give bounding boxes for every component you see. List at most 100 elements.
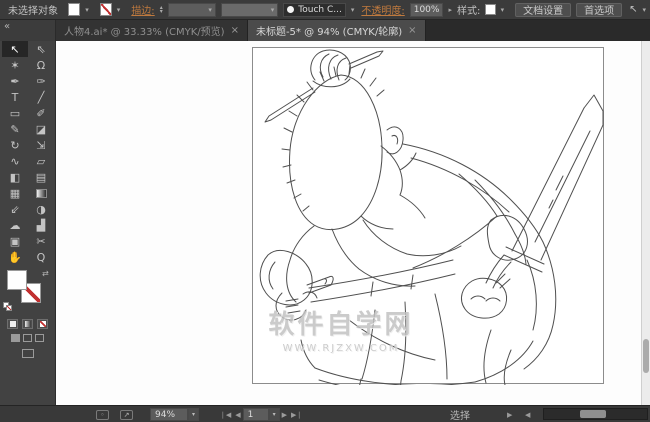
- prev-artboard-icon[interactable]: ◀: [235, 411, 240, 419]
- blend-tool-icon[interactable]: ◑: [28, 201, 54, 217]
- swap-fill-stroke-icon[interactable]: ⇄: [42, 269, 49, 278]
- workspace: ↖ ⇖ ✶ Ω ✒ ✑ T ╱ ▭ ✐ ✎ ◪ ↻ ⇲ ∿ ▱ ◧ ▤ ▦ ⇙ ◑ ☁ ▟ ▣ ✂ ✋ Q ⇄: [0, 41, 650, 405]
- opacity-link[interactable]: 不透明度:: [361, 2, 404, 17]
- style-caret-icon[interactable]: ▾: [501, 6, 505, 14]
- color-mode-buttons: [0, 319, 55, 329]
- rectangle-tool-icon[interactable]: ▭: [2, 105, 28, 121]
- eyedropper-tool-icon[interactable]: ⇙: [2, 201, 28, 217]
- mesh-tool-icon[interactable]: ▦: [2, 185, 28, 201]
- tools-grid: ↖ ⇖ ✶ Ω ✒ ✑ T ╱ ▭ ✐ ✎ ◪ ↻ ⇲ ∿ ▱ ◧ ▤ ▦ ⇙ ◑ ☁ ▟ ▣ ✂ ✋ Q: [0, 41, 55, 265]
- eraser-tool-icon[interactable]: ◪: [28, 121, 54, 137]
- free-transform-tool-icon[interactable]: ▱: [28, 153, 54, 169]
- variable-width-profile-dropdown[interactable]: ▾: [220, 2, 279, 17]
- horizontal-scrollbar-thumb[interactable]: [580, 410, 606, 418]
- type-tool-icon[interactable]: T: [2, 89, 28, 105]
- last-artboard-icon[interactable]: ▶❘: [291, 411, 302, 419]
- selection-status: 未选择对象: [8, 6, 58, 17]
- fill-caret-icon[interactable]: ▾: [85, 6, 89, 14]
- cursor-options-icon[interactable]: ↖: [629, 4, 637, 15]
- slice-tool-icon[interactable]: ✂: [28, 233, 54, 249]
- style-swatch[interactable]: [485, 4, 496, 15]
- drawing-mode-buttons: [0, 334, 55, 342]
- cursor-options-caret-icon[interactable]: ▾: [642, 6, 646, 14]
- shape-builder-tool-icon[interactable]: ◧: [2, 169, 28, 185]
- gradient-button[interactable]: [22, 319, 33, 329]
- stroke-weight-stepper[interactable]: ▴ ▾: [160, 4, 163, 14]
- style-label: 样式:: [456, 6, 481, 17]
- zoom-caret-icon[interactable]: ▾: [188, 408, 199, 421]
- perspective-grid-tool-icon[interactable]: ▤: [28, 169, 54, 185]
- opacity-caret-icon[interactable]: ▸: [448, 6, 452, 14]
- tab-2-label: 未标题-5* @ 94% (CMYK/轮廓): [255, 27, 403, 38]
- gpu-preview-icon[interactable]: ◦: [96, 409, 109, 420]
- tools-panel-collapse[interactable]: «: [0, 20, 56, 41]
- fill-color-swatch[interactable]: [68, 3, 81, 16]
- tab-document-2[interactable]: 未标题-5* @ 94% (CMYK/轮廓) ×: [247, 20, 426, 41]
- next-artboard-icon[interactable]: ▶: [282, 411, 287, 419]
- artboard-caret-icon[interactable]: ▾: [268, 408, 280, 421]
- collapse-chevron-icon: «: [4, 21, 11, 32]
- brush-preview-icon: [287, 6, 295, 13]
- change-screen-mode-icon[interactable]: [21, 349, 34, 358]
- vertical-scrollbar-thumb[interactable]: [643, 339, 649, 374]
- artwork-line-drawing[interactable]: [253, 48, 605, 385]
- brush-caret-icon[interactable]: ▾: [351, 6, 355, 14]
- preferences-button[interactable]: 首选项: [576, 2, 623, 17]
- gradient-tool-icon[interactable]: [28, 185, 54, 201]
- panel-expand-left-icon[interactable]: ◀: [525, 411, 530, 419]
- default-fill-stroke-icon[interactable]: [3, 302, 13, 312]
- profile-caret-icon: ▾: [270, 5, 275, 14]
- first-artboard-icon[interactable]: ❘◀: [220, 411, 231, 419]
- fill-stroke-indicator: ⇄: [0, 269, 55, 317]
- brush-definition-value: Touch C...: [298, 4, 342, 15]
- line-segment-tool-icon[interactable]: ╱: [28, 89, 54, 105]
- draw-behind-icon[interactable]: [23, 334, 32, 342]
- pencil-tool-icon[interactable]: ✎: [2, 121, 28, 137]
- stroke-weight-link[interactable]: 描边:: [131, 2, 154, 17]
- opacity-field[interactable]: 100%: [409, 2, 444, 17]
- artboard-tool-icon[interactable]: ▣: [2, 233, 28, 249]
- scale-tool-icon[interactable]: ⇲: [28, 137, 54, 153]
- magic-wand-tool-icon[interactable]: ✶: [2, 57, 28, 73]
- tools-panel: ↖ ⇖ ✶ Ω ✒ ✑ T ╱ ▭ ✐ ✎ ◪ ↻ ⇲ ∿ ▱ ◧ ▤ ▦ ⇙ ◑ ☁ ▟ ▣ ✂ ✋ Q ⇄: [0, 41, 56, 405]
- stroke-weight-caret-icon: ▾: [208, 5, 212, 14]
- brush-definition-dropdown[interactable]: Touch C...: [283, 2, 346, 17]
- width-tool-icon[interactable]: ∿: [2, 153, 28, 169]
- artboard-number-field[interactable]: 1: [242, 408, 269, 421]
- vertical-scrollbar[interactable]: [641, 41, 650, 405]
- hand-tool-icon[interactable]: ✋: [2, 249, 28, 265]
- direct-selection-tool-icon[interactable]: ⇖: [28, 41, 54, 57]
- draw-normal-icon[interactable]: [11, 334, 20, 342]
- none-button[interactable]: [37, 319, 48, 329]
- control-bar: 未选择对象 ▾ ▾ 描边: ▴ ▾ ▾ ▾ Touch C... ▾ 不透明度:…: [0, 0, 650, 20]
- panel-expand-right-icon[interactable]: ▶: [507, 411, 512, 419]
- zoom-level-field[interactable]: 94%: [150, 408, 188, 421]
- fill-indicator[interactable]: [7, 270, 27, 290]
- document-setup-button[interactable]: 文档设置: [515, 2, 572, 17]
- lasso-tool-icon[interactable]: Ω: [28, 57, 54, 73]
- pen-tool-icon[interactable]: ✒: [2, 73, 28, 89]
- zoom-tool-icon[interactable]: Q: [28, 249, 54, 265]
- paintbrush-tool-icon[interactable]: ✐: [28, 105, 54, 121]
- curvature-tool-icon[interactable]: ✑: [28, 73, 54, 89]
- rotate-tool-icon[interactable]: ↻: [2, 137, 28, 153]
- symbol-sprayer-tool-icon[interactable]: ☁: [2, 217, 28, 233]
- horizontal-scrollbar[interactable]: [543, 408, 648, 420]
- column-graph-tool-icon[interactable]: ▟: [28, 217, 54, 233]
- tab-1-close-icon[interactable]: ×: [231, 25, 239, 36]
- selection-tool-icon[interactable]: ↖: [2, 41, 28, 57]
- opacity-value: 100%: [413, 4, 440, 15]
- tab-2-close-icon[interactable]: ×: [408, 25, 416, 36]
- stroke-weight-dropdown[interactable]: ▾: [167, 2, 216, 17]
- color-button[interactable]: [7, 319, 18, 329]
- tab-document-1[interactable]: 人物4.ai* @ 33.33% (CMYK/预览) ×: [56, 20, 248, 41]
- stroke-caret-icon[interactable]: ▾: [117, 6, 121, 14]
- status-bar: ◦ ↗ 94% ▾ ❘◀ ◀ 1 ▾ ▶ ▶❘ 选择 ▶ ◀: [0, 405, 650, 422]
- draw-inside-icon[interactable]: [35, 334, 44, 342]
- tab-1-label: 人物4.ai* @ 33.33% (CMYK/预览): [64, 27, 225, 38]
- export-icon[interactable]: ↗: [120, 409, 133, 420]
- canvas-pasteboard[interactable]: 软件自学网 WWW.RJZXW.COM: [56, 41, 650, 405]
- stroke-color-swatch[interactable]: [99, 3, 112, 16]
- current-tool-label: 选择: [450, 411, 470, 422]
- artboard[interactable]: 软件自学网 WWW.RJZXW.COM: [252, 47, 605, 385]
